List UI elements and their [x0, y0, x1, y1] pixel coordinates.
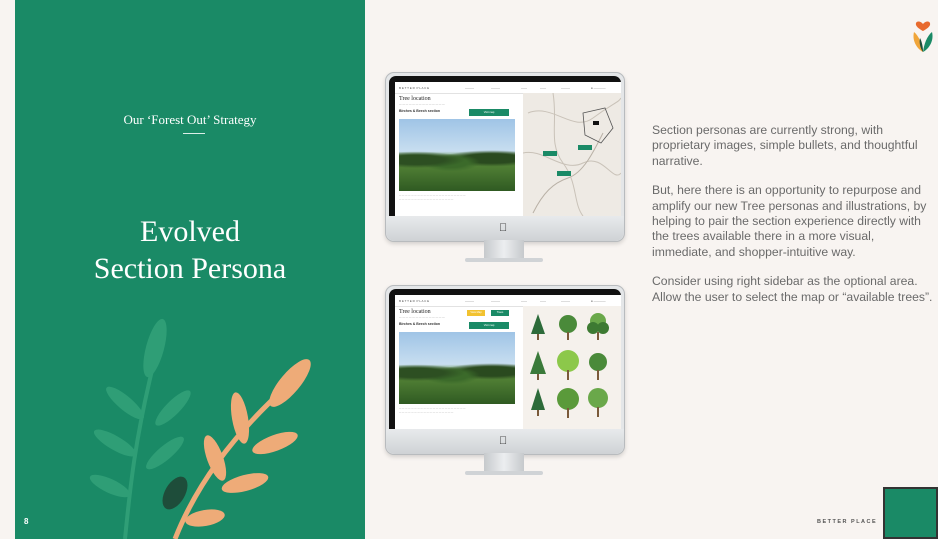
- section-kicker: Our ‘Forest Out’ Strategy: [123, 112, 257, 127]
- mockup-visit-map-button: Visit map: [469, 109, 509, 116]
- kicker-divider: [183, 133, 205, 134]
- website-screen-trees: B E T T E R P L A C E ——— ——— —— —— ——— …: [395, 295, 621, 429]
- apple-logo-icon: : [499, 222, 507, 234]
- mockup-visit-map-button: Visit map: [469, 322, 509, 329]
- website-screen-map: B E T T E R P L A C E ——— ——— —— —— ——— …: [395, 82, 621, 216]
- mockup-toggle-map: View Map: [467, 310, 485, 316]
- section-map: [522, 92, 621, 216]
- body-paragraph-2: But, here there is an opportunity to rep…: [652, 183, 927, 259]
- mockup-section-label: Birches & Beech section: [399, 322, 441, 326]
- title-line-2: Section Persona: [93, 252, 287, 285]
- mockup-toggle-trees: Trees: [491, 310, 509, 316]
- body-copy: Section personas are currently strong, w…: [652, 123, 934, 319]
- apple-logo-icon: : [499, 435, 507, 447]
- left-panel: Our ‘Forest Out’ Strategy Evolved Sectio…: [15, 0, 365, 539]
- forest-photo: [399, 332, 515, 404]
- body-paragraph-1: Section personas are currently strong, w…: [652, 123, 918, 168]
- page-number: 8: [24, 517, 29, 526]
- decorative-leaves-illustration: [89, 318, 311, 539]
- mockup-heading: Tree location: [399, 96, 431, 102]
- mockup-section-label: Birches & Beech section: [399, 109, 441, 113]
- title-line-1: Evolved: [140, 215, 240, 248]
- forest-photo: [399, 119, 515, 191]
- body-paragraph-3: Consider using right sidebar as the opti…: [652, 274, 933, 304]
- heart-leaf-logo-icon: [913, 21, 933, 52]
- slide-title: Evolved Section Persona: [15, 213, 365, 287]
- corner-accent-box: [883, 487, 938, 539]
- brand-wordmark: BETTER PLACE: [817, 519, 878, 525]
- slide: Our ‘Forest Out’ Strategy Evolved Sectio…: [0, 0, 938, 539]
- available-trees-grid: [523, 306, 621, 429]
- tree-illustration-icon: [530, 313, 609, 418]
